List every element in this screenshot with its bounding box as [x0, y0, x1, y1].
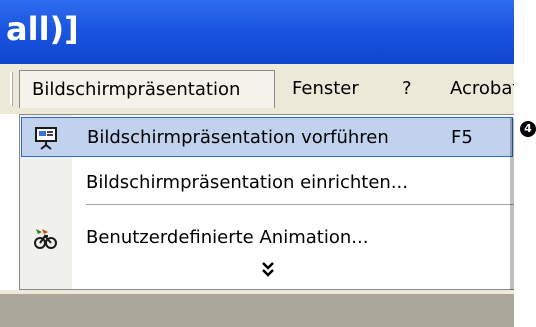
dropdown-shadow — [510, 118, 514, 294]
menu-item-label: Benutzerdefinierte Animation... — [86, 227, 369, 248]
menu-help[interactable]: ? — [402, 70, 412, 108]
menu-item-setup-slideshow[interactable]: Bildschirmpräsentation einrichten... — [20, 163, 514, 203]
dropdown-menu: Bildschirmpräsentation vorführen F5 Bild… — [19, 114, 514, 290]
menu-fenster[interactable]: Fenster — [292, 70, 359, 108]
menu-item-custom-animation[interactable]: Benutzerdefinierte Animation... — [20, 218, 514, 258]
menu-label: Fenster — [292, 78, 359, 99]
window-title-bar: all)] — [0, 0, 514, 64]
projector-screen-icon — [35, 127, 57, 150]
menu-acrobat[interactable]: Acrobat — [450, 70, 514, 108]
callout-marker: 4 — [520, 121, 536, 137]
menu-item-label: Bildschirmpräsentation vorführen — [87, 127, 389, 148]
menu-bildschirmpraesentation[interactable]: Bildschirmpräsentation — [19, 70, 275, 108]
menu-item-label: Bildschirmpräsentation einrichten... — [86, 172, 408, 193]
menu-label: Acrobat — [450, 78, 514, 99]
window-workspace — [0, 290, 514, 327]
screenshot-stage: all)] Bildschirmpräsentation Fenster ? A… — [0, 0, 536, 327]
custom-animation-icon — [34, 229, 57, 249]
menu-bar: Bildschirmpräsentation Fenster ? Acrobat — [0, 64, 514, 114]
window-title: all)] — [6, 10, 79, 48]
expand-arrows-icon[interactable] — [260, 260, 276, 280]
menu-item-shortcut: F5 — [451, 127, 473, 148]
menu-separator — [86, 204, 514, 205]
menu-label: Bildschirmpräsentation — [32, 79, 241, 100]
menu-label: ? — [402, 78, 412, 99]
menu-item-start-slideshow[interactable]: Bildschirmpräsentation vorführen F5 — [21, 117, 513, 157]
